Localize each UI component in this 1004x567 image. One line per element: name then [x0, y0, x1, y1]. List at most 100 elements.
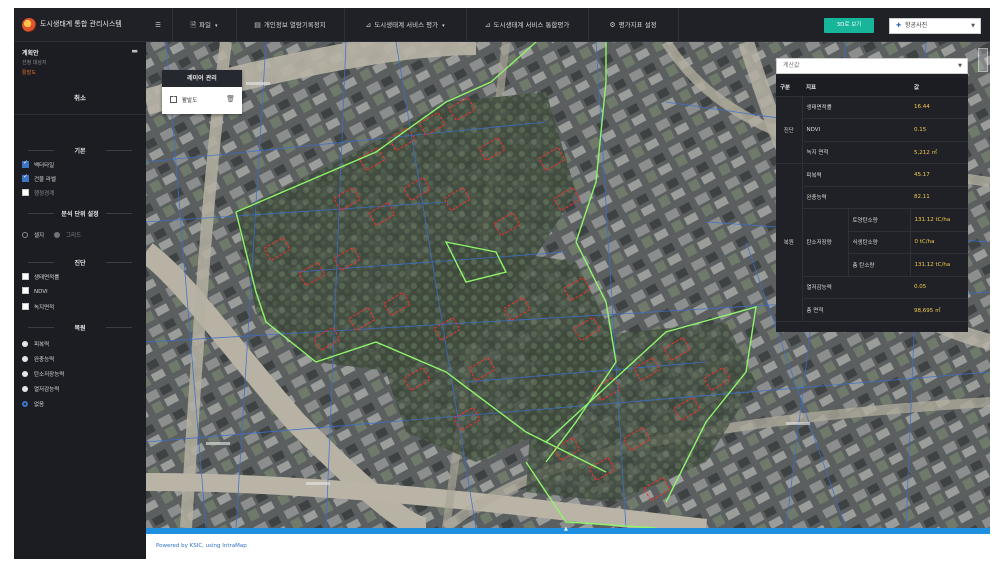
file-icon: 🗎	[190, 21, 197, 29]
sidebar: 계획안 ▬ 선정 대상지 활발도 취소 기본 백터타일 건물 라벨 행정경계 분…	[14, 42, 146, 559]
indicator-label: 총 탄소량	[848, 253, 911, 277]
table-row: 복원 피복력 45.17	[776, 163, 968, 322]
indicator-value: 0.05	[910, 276, 968, 299]
indicator-value: 5,212 ㎡	[910, 141, 968, 164]
radio-icon	[22, 231, 28, 238]
indicator-label: NDVI	[802, 118, 910, 142]
carbon-label: 탄소저장량	[802, 208, 849, 277]
radio-unit-grid[interactable]: 그리드	[54, 231, 81, 241]
view-3d-button[interactable]: 3D로 보기	[824, 18, 874, 33]
checkbox-icon	[22, 287, 29, 294]
nav-file[interactable]: 🗎 파일 ▾	[174, 8, 234, 42]
section-title-diagnosis: 진단	[14, 258, 146, 267]
checkbox-green-area[interactable]: 녹지면적	[22, 303, 54, 313]
hamburger-menu-icon[interactable]: ☰	[150, 8, 166, 42]
map-view[interactable]: 레이어 관리 활발도 🗑 계산값 ▼ 구분 지표 값 진단 생태면적률	[146, 42, 990, 528]
indicator-value: 82.11	[910, 186, 968, 209]
chevron-down-icon: ▼	[971, 23, 975, 29]
checkbox-eco-area-ratio[interactable]: 생태면적률	[22, 273, 59, 283]
radio-icon	[22, 340, 28, 347]
indicator-value: 16.44	[910, 96, 968, 119]
footer-credit: Powered by KSIC, using IntraMap	[156, 543, 247, 549]
cancel-button[interactable]: 취소	[14, 92, 146, 102]
checkbox-icon	[22, 189, 29, 196]
group-diagnosis: 진단	[776, 96, 803, 164]
indicator-label: 열저감능력	[802, 276, 910, 299]
checkbox-icon	[22, 173, 29, 182]
calc-value-select[interactable]: 계산값 ▼	[776, 58, 968, 74]
checkbox-icon	[22, 273, 29, 280]
checkbox-icon	[22, 303, 29, 310]
logo-icon	[22, 18, 36, 32]
table-row: NDVI 0.15	[776, 118, 968, 142]
radio-unit-parcel[interactable]: 셀지	[22, 231, 44, 241]
checkbox-building-label[interactable]: 건물 라벨	[22, 173, 56, 185]
radio-icon	[22, 400, 28, 407]
chevron-up-icon: ▲	[564, 526, 568, 532]
table-row: 녹지 면적 5,212 ㎡	[776, 141, 968, 164]
result-table: 구분 지표 값 진단 생태면적률 16.44 NDVI 0.15 녹지 면적 5…	[776, 78, 968, 322]
header-group: 구분	[776, 78, 802, 97]
collapse-icon[interactable]: ▬	[131, 47, 138, 55]
result-panel: 계산값 ▼ 구분 지표 값 진단 생태면적률 16.44 NDVI 0.15 녹…	[776, 58, 968, 332]
chevron-down-icon: ▼	[958, 63, 962, 69]
table-row: 진단 생태면적률 16.44	[776, 96, 968, 164]
indicator-label: 토양탄소량	[848, 208, 911, 232]
divider	[14, 114, 146, 115]
table-row: 탄소저장량 토양탄소량 131.12 tC/ha	[776, 208, 968, 277]
sidebar-title: 계획안	[22, 50, 39, 57]
checkbox-icon	[22, 159, 29, 168]
indicator-label: 완충능력	[802, 186, 910, 209]
indicator-label: 녹지 면적	[802, 141, 910, 164]
footer: Powered by KSIC, using IntraMap	[146, 534, 990, 559]
table-header-row: 구분 지표 값	[776, 78, 968, 97]
table-row: 완충능력 82.11	[776, 186, 968, 209]
chevron-down-icon: ▾	[215, 23, 218, 29]
radio-coverage[interactable]: 피복력	[22, 340, 49, 350]
checkbox-icon	[170, 94, 177, 103]
group-restore: 복원	[776, 163, 803, 322]
basemap-select[interactable]: ✚ 항공사진 ▼	[889, 18, 981, 34]
indicator-label: 식생탄소량	[848, 231, 911, 254]
chevron-down-icon: ▾	[442, 23, 445, 29]
checkbox-vector-tile[interactable]: 백터타일	[22, 159, 54, 171]
chart-icon: ⊿	[484, 21, 491, 29]
indicator-value: 131.12 tC/ha	[910, 208, 968, 232]
radio-icon	[54, 231, 60, 238]
indicator-value: 45.17	[910, 163, 968, 187]
section-title-restore: 복원	[14, 323, 146, 332]
checkbox-ndvi[interactable]: NDVI	[22, 287, 48, 298]
header-indicator: 지표	[802, 78, 910, 97]
nav-integrated-eval[interactable]: ⊿ 도시생태계 서비스 통합평가	[468, 8, 586, 42]
zoom-control[interactable]	[978, 48, 988, 72]
nav-personal-info[interactable]: ▤ 개인정보 열람기록정지	[238, 8, 342, 42]
section-title-unit: 분석 단위 설정	[14, 209, 146, 218]
radio-buffer[interactable]: 완충능력	[22, 355, 54, 365]
indicator-value: 0.15	[910, 118, 968, 142]
radio-carbon[interactable]: 탄소저장능력	[22, 370, 64, 380]
app-title: 도시생태계 통합 관리시스템	[40, 20, 122, 28]
layer-panel-title: 레이어 관리	[162, 70, 242, 87]
layer-panel: 레이어 관리 활발도 🗑	[162, 70, 242, 114]
monitor-icon: ▤	[254, 21, 261, 29]
checkbox-admin-boundary[interactable]: 행정경계	[22, 189, 54, 199]
indicator-label: 총 면적	[802, 298, 910, 322]
indicator-value: 0 tC/ha	[910, 231, 968, 254]
indicator-label: 생태면적률	[802, 96, 910, 119]
indicator-value: 98,695 ㎡	[910, 298, 968, 322]
radio-heat[interactable]: 열저감능력	[22, 385, 59, 395]
radio-icon	[22, 355, 28, 362]
radio-none[interactable]: 없음	[22, 400, 44, 410]
gear-icon: ⚙	[609, 21, 616, 29]
nav-ecosystem-eval[interactable]: ⊿ 도시생태계 서비스 평가 ▾	[346, 8, 464, 42]
location-icon: ✚	[896, 22, 902, 29]
sidebar-subtitle-highlight: 활발도	[22, 70, 36, 76]
chart-icon: ⊿	[365, 21, 372, 29]
layer-item[interactable]: 활발도	[170, 94, 197, 104]
radio-icon	[22, 385, 28, 392]
trash-icon[interactable]: 🗑	[226, 95, 235, 103]
table-row: 총 면적 98,695 ㎡	[776, 298, 968, 322]
indicator-value: 131.12 tC/ha	[910, 253, 968, 277]
sidebar-subtitle: 선정 대상지	[22, 60, 47, 66]
nav-indicator-settings[interactable]: ⚙ 평가지표 설정	[590, 8, 676, 42]
